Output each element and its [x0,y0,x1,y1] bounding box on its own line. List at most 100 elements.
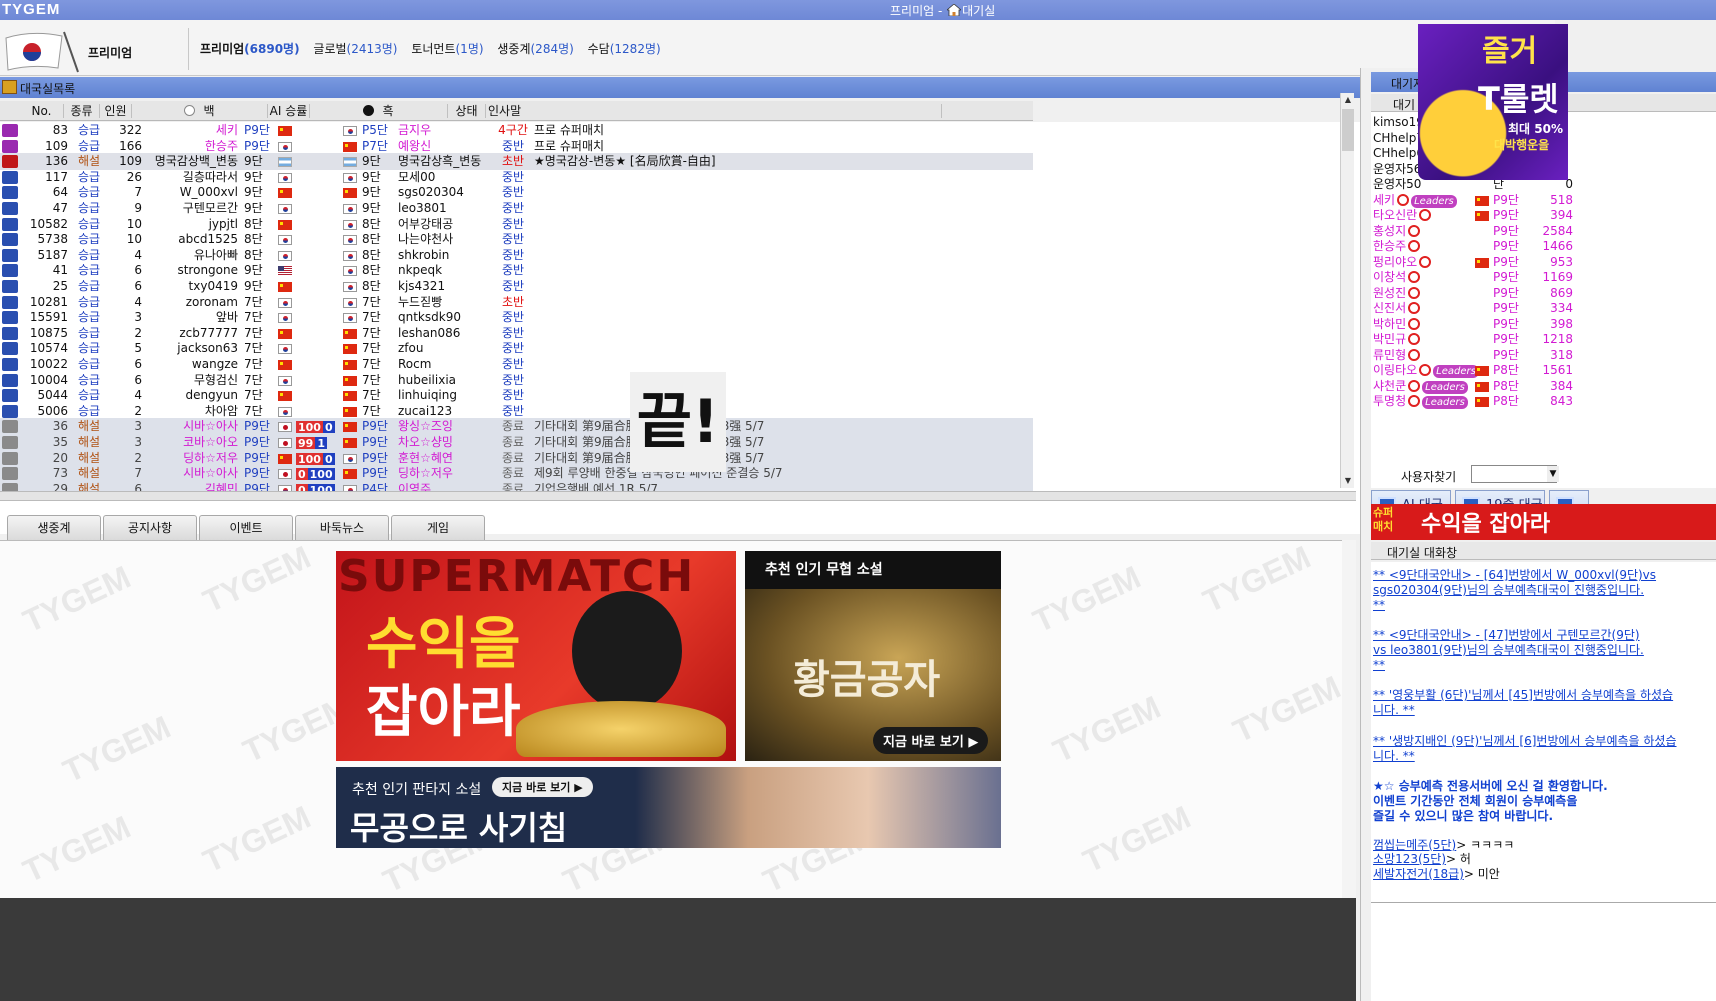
black-player[interactable]: 누드짇빵 [398,294,490,311]
content-scrollbar[interactable] [1342,540,1356,898]
chevron-down-icon[interactable]: ▼ [1547,466,1559,482]
white-player[interactable]: 시바☆아사 [140,465,238,482]
game-row[interactable]: 73 해설 7 시바☆아사 P9단 0 100 P9단 딩하☆저우 종료 제9회 루양배 한중일 삼… [0,465,1033,483]
black-player[interactable]: 왕싱☆즈잉 [398,418,490,435]
game-row[interactable]: 36 해설 3시바☆아사 P9단 1000 P9단 왕싱☆즈잉 종료 기타대회 第9届合肥三国名… [0,418,1033,436]
chat-user[interactable]: 소망123(5단) [1373,852,1446,866]
white-player[interactable]: 차아암 [140,403,238,420]
game-row[interactable]: 5044 승급 4 dengyun 7단 7단 linhuiqing 중반 [0,387,1033,404]
black-player[interactable]: 명국감상흑_변동 [398,153,490,170]
user-row[interactable]: 펑리야오 P9단 953 [1373,254,1713,270]
panel-splitter[interactable] [0,491,1356,501]
black-player[interactable]: zfou [398,340,490,357]
chat-notice[interactable]: 니다. ** [1373,749,1716,764]
user-row[interactable]: 신진서 P9단 334 [1373,300,1713,316]
col-kind[interactable]: 종류 [64,104,100,118]
chat-user[interactable]: 세발자전거(18급) [1373,867,1464,881]
black-player[interactable]: linhuiqing [398,387,490,404]
white-player[interactable]: zoronam [140,294,238,311]
white-player[interactable]: 앞바 [140,309,238,326]
user-row[interactable]: 류민형 P9단 318 [1373,347,1713,363]
chat-notice[interactable]: sgs020304(9단)님의 승부예측대국이 진행중입니다. [1373,583,1716,598]
game-row[interactable]: 10582 승급 10 jypjtl 8단 8단 어부강태공 중반 [0,216,1033,233]
white-player[interactable]: dengyun [140,387,238,404]
game-row[interactable]: 10281 승급 4 zoronam 7단 7단 누드짇빵 초반 [0,294,1033,311]
black-player[interactable]: 어부강태공 [398,216,490,233]
chat-notice[interactable]: 니다. ** [1373,703,1716,718]
black-player[interactable]: hubeilixia [398,372,490,389]
white-player[interactable]: 길층따라서 [140,169,238,186]
user-row[interactable]: 타오신란 P9단 394 [1373,207,1713,223]
col-greeting[interactable]: 인사말 [486,104,942,118]
col-ai[interactable]: AI 승률 [268,104,310,118]
black-player[interactable]: kjs4321 [398,278,490,295]
game-row[interactable]: 10004 승급 6 무형검신 7단 7단 hubeilixia 중반 [0,372,1033,389]
server-tab-premium[interactable]: 프리미엄(6890명) [200,42,300,56]
game-row[interactable]: 83 승급 322 세키 P9단 P5단 금지우 4구간 프로 슈퍼매치 [0,122,1033,139]
game-row[interactable]: 47 승급 9 구텐모르간 9단 9단 leo3801 중반 [0,200,1033,217]
game-row[interactable]: 41 승급 6 strongone 9단 8단 nkpeqk 중반 [0,262,1033,279]
black-player[interactable]: shkrobin [398,247,490,264]
black-player[interactable]: sgs020304 [398,184,490,201]
user-row[interactable]: 한승주 P9단 1466 [1373,238,1713,254]
game-row[interactable]: 136 해설 109 명국감상백_변동 9단 9단 명국감상흑_변동 초반 ★명국감상-변동★ … [0,153,1033,171]
black-player[interactable]: qntksdk90 [398,309,490,326]
black-player[interactable]: 모세00 [398,169,490,186]
user-row[interactable]: 박하민 P9단 398 [1373,316,1713,332]
supermatch-banner[interactable]: SUPERMATCH 수익을 잡아라 [336,551,736,761]
game-row[interactable]: 5006 승급 2 차아암 7단 7단 zucai123 중반 [0,403,1033,420]
server-tab-live[interactable]: 생중계(284명) [497,42,573,56]
chat-notice[interactable]: ** [1373,598,1716,613]
supermatch-side-ad[interactable]: 슈퍼매치 수익을 잡아라 [1371,504,1716,540]
tab-game[interactable]: 게임 [391,515,485,541]
user-row[interactable]: 이창석 P9단 1169 [1373,269,1713,285]
col-black[interactable]: 흑 [310,104,448,118]
white-player[interactable]: 딩하☆저우 [140,450,238,467]
game-row[interactable]: 64 승급 7 W_000xvl 9단 9단 sgs020304 중반 [0,184,1033,201]
white-player[interactable]: 한승주 [140,138,238,155]
col-white[interactable]: 백 [132,104,268,118]
user-row[interactable]: 이링타오 Leaders P8단 1561 [1373,362,1713,378]
game-row[interactable]: 5187 승급 4 유나아빠 8단 8단 shkrobin 중반 [0,247,1033,264]
user-row[interactable]: 투명청 Leaders P8단 843 [1373,393,1713,409]
watch-now-button[interactable]: 지금 바로 보기 ▶ [492,777,593,797]
white-player[interactable]: W_000xvl [140,184,238,201]
col-people[interactable]: 인원 [100,104,132,118]
game-row[interactable]: 15591 승급 3 앞바 7단 7단 qntksdk90 중반 [0,309,1033,326]
user-row[interactable]: 홍성지 P9단 2584 [1373,223,1713,239]
game-row[interactable]: 35 해설 3코바☆아오 P9단 991 P9단 차오☆샹밍 종료 기타대회 第9届合肥三国名人… [0,434,1033,451]
roulette-ad[interactable]: 즐거 T룰렛 최대 50% 대박행운을 [1418,24,1568,180]
black-player[interactable]: leshan086 [398,325,490,342]
novel-banner-fantasy[interactable]: 추천 인기 판타지 소설 지금 바로 보기 ▶ 무공으로 사기침 [336,767,1001,848]
game-list-scrollbar[interactable]: ▲ ▼ [1340,93,1354,488]
user-row[interactable]: 세키 Leaders P9단 518 [1373,192,1713,208]
white-player[interactable]: 구텐모르간 [140,200,238,217]
game-row[interactable]: 20 해설 2딩하☆저우 P9단 1000 P9단 훈현☆혜연 종료 기타대회 第9届合肥三国名… [0,449,1033,467]
user-row[interactable]: 샤천쿤 Leaders P8단 384 [1373,378,1713,394]
scroll-down-icon[interactable]: ▼ [1343,476,1353,486]
game-row[interactable]: 5738 승급 10 abcd1525 8단 8단 나는야천사 중반 [0,231,1033,248]
tab-baduk-news[interactable]: 바둑뉴스 [295,515,389,541]
white-player[interactable]: 세키 [140,122,238,139]
white-player[interactable]: zcb77777 [140,325,238,342]
game-row[interactable]: 25 승급 6 txy0419 9단 8단 kjs4321 중반 [0,278,1033,295]
chat-user[interactable]: 껌씹는메주(5단) [1373,838,1456,852]
white-player[interactable]: 유나아빠 [140,247,238,264]
black-player[interactable]: 예왕신 [398,138,490,155]
chat-notice[interactable]: ** '생방지배인 (9단)'님께서 [6]번방에서 승부예측을 하셨습 [1373,734,1716,749]
chat-notice[interactable]: vs leo3801(9단)님의 승부예측대국이 진행중입니다. [1373,643,1716,658]
black-player[interactable]: 금지우 [398,122,490,139]
server-tab-global[interactable]: 글로벌(2413명) [313,42,397,56]
scroll-thumb[interactable] [1342,109,1354,151]
white-player[interactable]: 명국감상백_변동 [140,153,238,170]
white-player[interactable]: txy0419 [140,278,238,295]
black-player[interactable]: 차오☆샹밍 [398,434,490,451]
black-player[interactable]: 딩하☆저우 [398,465,490,482]
col-state[interactable]: 상태 [448,104,486,118]
user-search-input[interactable] [1471,465,1557,483]
white-player[interactable]: wangze [140,356,238,373]
novel-banner-martial[interactable]: 추천 인기 무협 소설 황금공자 지금 바로 보기 ▶ [745,551,1001,761]
chat-notice[interactable]: ** '영웅부활 (6단)'님께서 [45]번방에서 승부예측을 하셨습 [1373,688,1716,703]
watch-now-button[interactable]: 지금 바로 보기 ▶ [873,727,989,754]
black-player[interactable]: nkpeqk [398,262,490,279]
